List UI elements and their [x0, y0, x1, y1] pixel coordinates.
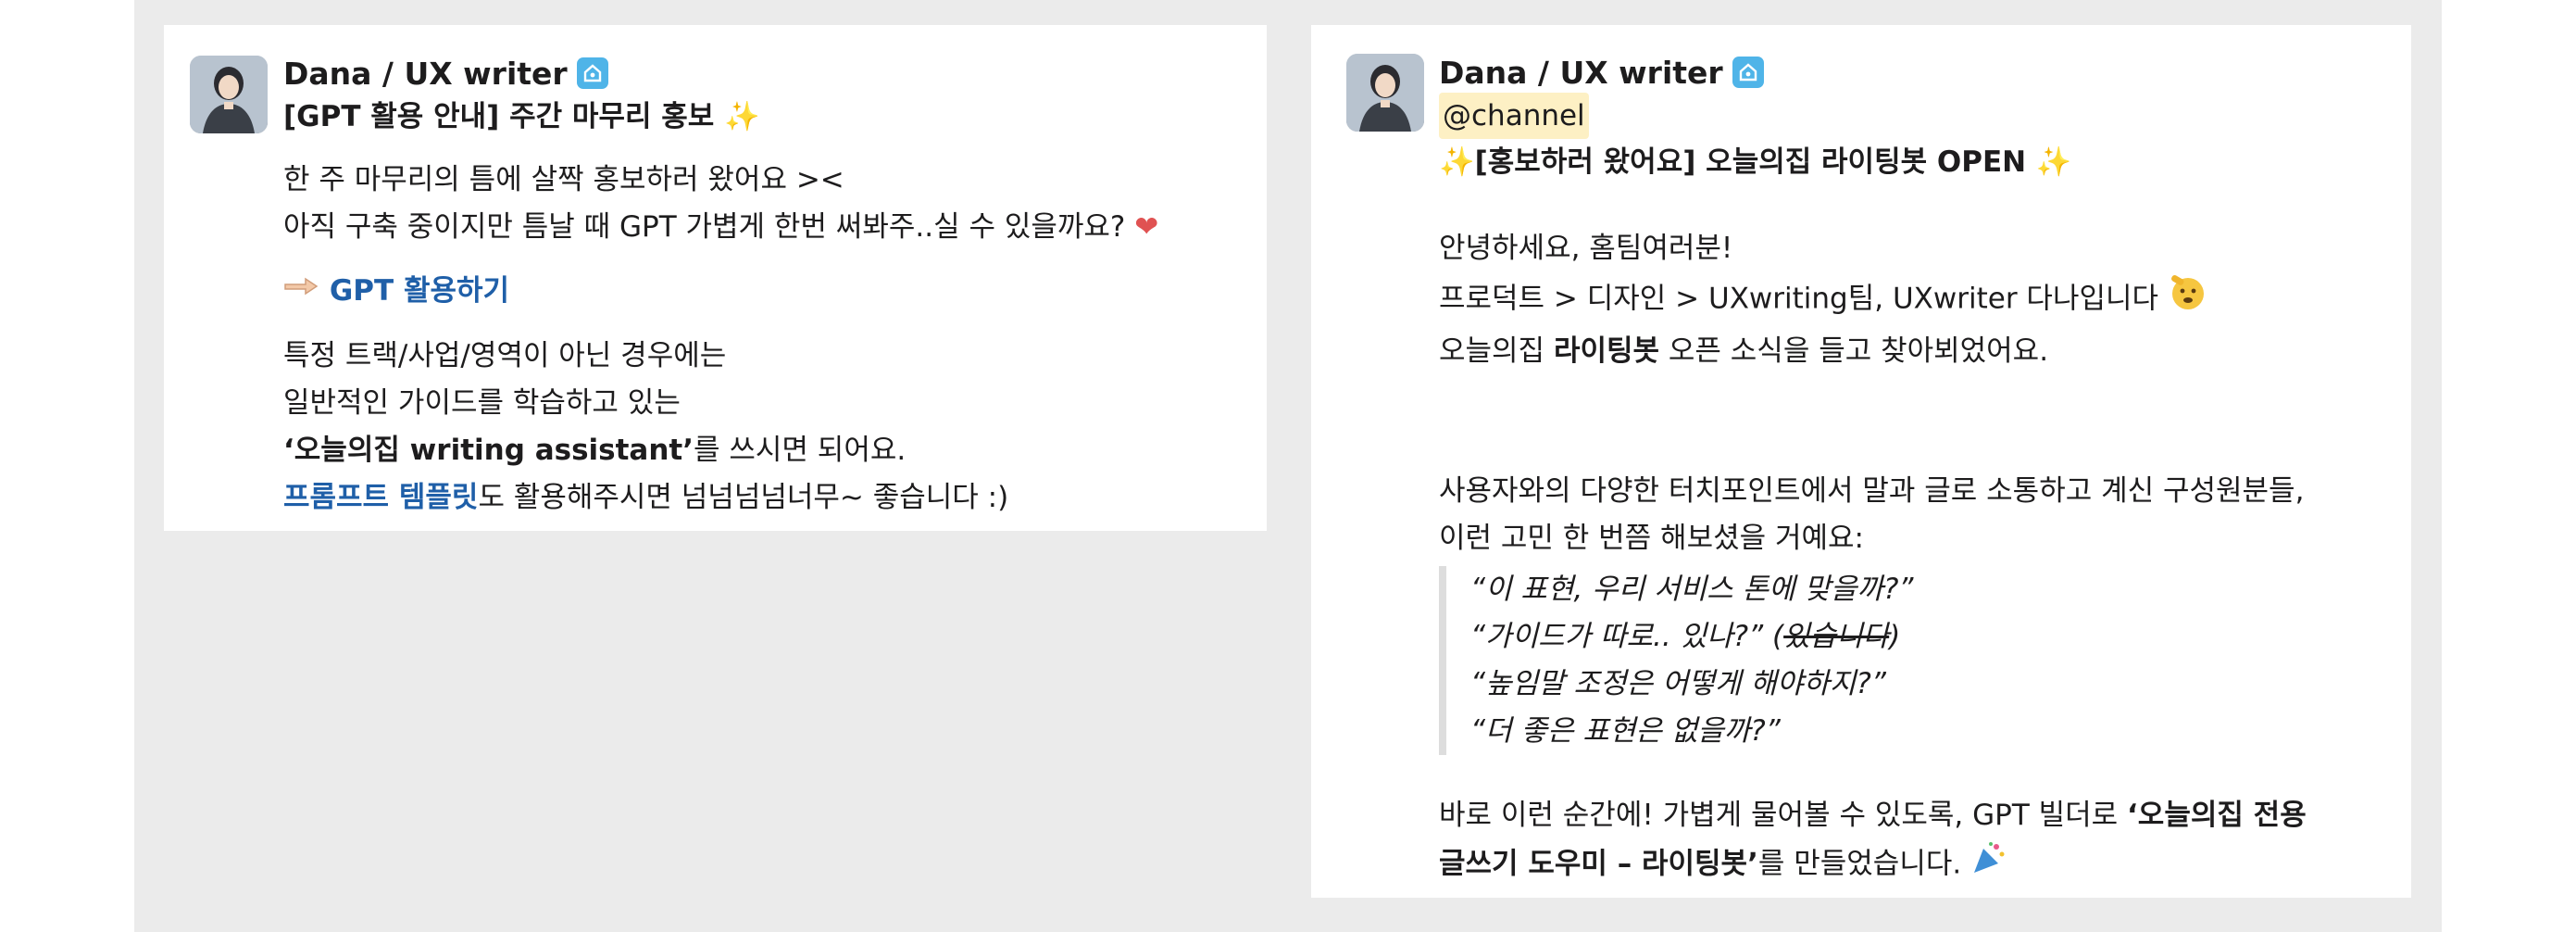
- sparkle-emoji-icon: ✨: [2035, 145, 2072, 179]
- body-line: 한 주 마무리의 틈에 살짝 홍보하러 왔어요 ><: [283, 163, 844, 196]
- message-body: 안녕하세요, 홈팀여러분! 프로덕트 > 디자인 > UXwriting팀, U…: [1439, 225, 2402, 891]
- message-title: [GPT 활용 안내] 주간 마무리 홍보 ✨: [283, 100, 760, 133]
- body-line: ‘오늘의집 writing assistant’를 쓰시면 되어요.: [283, 434, 907, 467]
- body-line: 안녕하세요, 홈팀여러분!: [1439, 232, 1733, 265]
- prompt-template-link[interactable]: 프롬프트 템플릿: [283, 481, 478, 514]
- message-card-writingbot-open: Dana / UX writer @channel ✨[홍보하러 왔어요] 오늘…: [1311, 25, 2411, 898]
- channel-mention[interactable]: @channel: [1439, 93, 1589, 139]
- message-title: ✨[홍보하러 왔어요] 오늘의집 라이팅봇 OPEN ✨: [1439, 145, 2072, 179]
- sparkle-emoji-icon: ✨: [1439, 145, 1475, 179]
- body-line: 프롬프트 템플릿도 활용해주시면 넘넘넘넘너무~ 좋습니다 :): [283, 481, 1009, 514]
- quote-line: “이 표현, 우리 서비스 톤에 맞을까?”: [1470, 573, 1914, 606]
- gpt-usage-link[interactable]: GPT 활용하기: [330, 274, 509, 308]
- body-line: 바로 이런 순간에! 가볍게 물어볼 수 있도록, GPT 빌더로 ‘오늘의집 …: [1439, 799, 2307, 832]
- message-header: Dana / UX writer [GPT 활용 안내] 주간 마무리 홍보 ✨: [283, 53, 760, 140]
- message-header: Dana / UX writer @channel ✨[홍보하러 왔어요] 오늘…: [1439, 52, 2072, 185]
- assistant-name: ‘오늘의집 writing assistant’: [283, 434, 694, 467]
- body-line: 이런 고민 한 번쯤 해보셨을 거예요:: [1439, 522, 1864, 555]
- quote-line: “높임말 조정은 어떻게 해야하지?”: [1470, 667, 1886, 700]
- body-line: 일반적인 가이드를 학습하고 있는: [283, 386, 681, 420]
- author-name[interactable]: Dana / UX writer: [1439, 55, 1723, 91]
- body-line: 오늘의집 라이팅봇 오픈 소식을 들고 찾아뵈었어요.: [1439, 334, 2049, 368]
- body-line: 사용자와의 다양한 터치포인트에서 말과 글로 소통하고 계신 구성원분들,: [1439, 474, 2305, 508]
- pointing-hand-emoji-icon: [283, 269, 320, 316]
- saluting-face-emoji-icon: [2168, 272, 2208, 328]
- body-line: 프로덕트 > 디자인 > UXwriting팀, UXwriter 다나입니다: [1439, 272, 2402, 328]
- quote-block: “이 표현, 우리 서비스 톤에 맞을까?” “가이드가 따로.. 있나?” (…: [1439, 566, 2402, 755]
- quote-line: “더 좋은 표현은 없을까?”: [1470, 714, 1781, 748]
- message-card-gpt-promo: Dana / UX writer [GPT 활용 안내] 주간 마무리 홍보 ✨…: [164, 25, 1267, 531]
- sparkle-emoji-icon: ✨: [724, 100, 760, 133]
- quote-line: “가이드가 따로.. 있나?” (있습니다): [1470, 620, 1901, 653]
- body-line: 글쓰기 도우미 – 라이팅봇’를 만들었습니다.: [1439, 839, 2402, 891]
- gpt-link-row: GPT 활용하기: [283, 268, 1256, 316]
- author-name[interactable]: Dana / UX writer: [283, 56, 568, 92]
- author-avatar[interactable]: [190, 56, 268, 133]
- message-body: 한 주 마무리의 틈에 살짝 홍보하러 왔어요 >< 아직 구축 중이지만 틈날…: [283, 157, 1256, 522]
- red-heart-emoji-icon: ❤: [1134, 210, 1159, 244]
- app-badge-icon: [1732, 57, 1764, 88]
- app-badge-icon: [576, 57, 608, 89]
- body-line: 아직 구축 중이지만 틈날 때 GPT 가볍게 한번 써봐주..실 수 있을까요…: [283, 210, 1159, 244]
- party-popper-emoji-icon: [1970, 839, 2007, 891]
- body-line: 특정 트랙/사업/영역이 아닌 경우에는: [283, 339, 727, 372]
- author-avatar[interactable]: [1346, 54, 1424, 132]
